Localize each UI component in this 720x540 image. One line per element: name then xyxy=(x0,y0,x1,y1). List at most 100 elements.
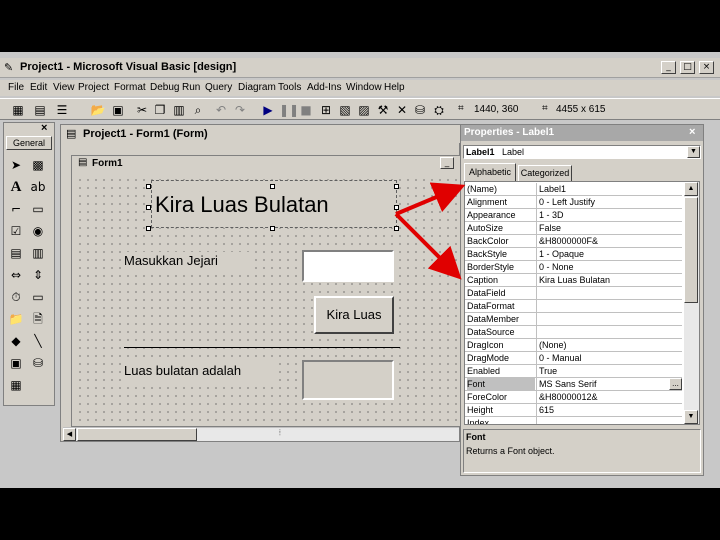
property-row[interactable]: Height 615 xyxy=(465,404,682,417)
pointer-tool-icon[interactable]: ➤ xyxy=(6,155,26,175)
vscroll-thumb[interactable] xyxy=(684,197,698,303)
resize-handle-tm[interactable] xyxy=(270,184,275,189)
break-icon[interactable]: ❚❚ xyxy=(279,102,299,118)
property-vscrollbar[interactable]: ▲ ▼ xyxy=(684,182,699,424)
kira-luas-button[interactable]: Kira Luas xyxy=(314,296,394,334)
property-row[interactable]: DataMember xyxy=(465,313,682,326)
listbox-tool-icon[interactable]: ▥ xyxy=(28,243,48,263)
property-value[interactable]: (None) xyxy=(539,339,679,351)
menu-project[interactable]: Project xyxy=(78,80,109,96)
property-value[interactable]: Label1 xyxy=(539,183,679,195)
redo-icon[interactable]: ↷ xyxy=(232,102,248,118)
resize-handle-ml[interactable] xyxy=(146,205,151,210)
property-row[interactable]: Caption Kira Luas Bulatan xyxy=(465,274,682,287)
property-row[interactable]: ForeColor &H80000012& xyxy=(465,391,682,404)
property-value[interactable]: 615 xyxy=(539,404,679,416)
resize-handle-bm[interactable] xyxy=(270,226,275,231)
shape-tool-icon[interactable]: ◆ xyxy=(6,331,26,351)
vscroll-up-arrow[interactable]: ▲ xyxy=(684,182,698,196)
data-tool-icon[interactable]: ⛁ xyxy=(28,353,48,373)
menu-query[interactable]: Query xyxy=(205,80,232,96)
toolbox-close-icon[interactable]: × xyxy=(41,122,47,134)
divider-line[interactable] xyxy=(124,347,400,348)
font-ellipsis-button[interactable]: ... xyxy=(669,378,682,390)
menu-window[interactable]: Window xyxy=(346,80,382,96)
property-value[interactable]: False xyxy=(539,222,679,234)
menu-format[interactable]: Format xyxy=(114,80,146,96)
property-value[interactable]: Kira Luas Bulatan xyxy=(539,274,679,286)
menu-editor-icon[interactable]: ☰ xyxy=(54,102,70,118)
commandbutton-tool-icon[interactable]: ▭ xyxy=(28,199,48,219)
project-explorer-icon[interactable]: ⊞ xyxy=(318,102,334,118)
toolbox-tab-general[interactable]: General xyxy=(6,136,52,150)
menu-view[interactable]: View xyxy=(53,80,75,96)
property-value[interactable]: 1 - Opaque xyxy=(539,248,679,260)
properties-window-icon[interactable]: ▧ xyxy=(337,102,353,118)
property-row[interactable]: DragIcon (None) xyxy=(465,339,682,352)
resize-handle-tr[interactable] xyxy=(394,184,399,189)
label-result[interactable]: Luas bulatan adalah xyxy=(124,362,274,382)
property-row[interactable]: Enabled True xyxy=(465,365,682,378)
ole-tool-icon[interactable]: ▦ xyxy=(6,375,26,395)
maximize-button[interactable]: □ xyxy=(680,61,695,74)
form-layout-icon[interactable]: ▨ xyxy=(356,102,372,118)
menu-tools[interactable]: Tools xyxy=(278,80,301,96)
property-row[interactable]: DataField xyxy=(465,287,682,300)
menu-edit[interactable]: Edit xyxy=(30,80,47,96)
end-icon[interactable]: ■ xyxy=(298,102,314,118)
cut-icon[interactable]: ✂ xyxy=(134,102,150,118)
drivelistbox-tool-icon[interactable]: ▭ xyxy=(28,287,48,307)
property-row[interactable]: DragMode 0 - Manual xyxy=(465,352,682,365)
object-dropdown-arrow[interactable]: ▼ xyxy=(687,146,700,158)
menu-addins[interactable]: Add-Ins xyxy=(307,80,341,96)
tab-categorized[interactable]: Categorized xyxy=(518,165,572,181)
properties-close-icon[interactable]: × xyxy=(689,126,695,138)
save-icon[interactable]: ▣ xyxy=(110,102,126,118)
menu-run[interactable]: Run xyxy=(182,80,200,96)
checkbox-tool-icon[interactable]: ☑ xyxy=(6,221,26,241)
form1-canvas[interactable]: Kira Luas Bulatan Masukkan Jejari Kira L… xyxy=(74,174,460,426)
property-row[interactable]: DataSource xyxy=(465,326,682,339)
data-view-icon[interactable]: ⛁ xyxy=(412,102,428,118)
timer-tool-icon[interactable]: ⏱ xyxy=(6,287,26,307)
resize-handle-tl[interactable] xyxy=(146,184,151,189)
result-display[interactable] xyxy=(302,360,394,400)
find-icon[interactable]: ⌕ xyxy=(190,102,206,118)
property-row[interactable]: Index xyxy=(465,417,682,424)
hscrollbar-tool-icon[interactable]: ⇔ xyxy=(6,265,26,285)
hscroll-thumb[interactable] xyxy=(77,428,197,441)
property-value[interactable]: &H80000012& xyxy=(539,391,679,403)
undo-icon[interactable]: ↶ xyxy=(213,102,229,118)
resize-handle-mr[interactable] xyxy=(394,205,399,210)
toolbox-icon[interactable]: ✕ xyxy=(394,102,410,118)
vscrollbar-tool-icon[interactable]: ⇕ xyxy=(28,265,48,285)
property-value[interactable]: True xyxy=(539,365,679,377)
property-value[interactable]: 0 - Manual xyxy=(539,352,679,364)
property-row[interactable]: BorderStyle 0 - None xyxy=(465,261,682,274)
filelistbox-tool-icon[interactable]: 🗎 xyxy=(28,309,48,329)
picturebox-tool-icon[interactable]: ▩ xyxy=(28,155,48,175)
property-row[interactable]: Font MS Sans Serif... xyxy=(465,378,682,391)
start-icon[interactable]: ▶ xyxy=(260,102,276,118)
object-browser-icon[interactable]: ⚒ xyxy=(375,102,391,118)
open-project-icon[interactable]: 📂 xyxy=(90,102,106,118)
copy-icon[interactable]: ❐ xyxy=(152,102,168,118)
vscroll-down-arrow[interactable]: ▼ xyxy=(684,410,698,424)
property-value[interactable]: MS Sans Serif xyxy=(539,378,679,390)
menu-diagram[interactable]: Diagram xyxy=(238,80,276,96)
line-tool-icon[interactable]: ╲ xyxy=(28,331,48,351)
property-row[interactable]: DataFormat xyxy=(465,300,682,313)
hscroll-left-arrow[interactable]: ◀ xyxy=(63,428,76,441)
property-value[interactable]: 1 - 3D xyxy=(539,209,679,221)
designer-hscrollbar[interactable]: ◀ ⦙ xyxy=(63,427,459,441)
property-row[interactable]: (Name) Label1 xyxy=(465,183,682,196)
property-value[interactable]: 0 - Left Justify xyxy=(539,196,679,208)
tab-alphabetic[interactable]: Alphabetic xyxy=(464,163,516,181)
visual-component-icon[interactable]: ⛭ xyxy=(431,102,447,118)
menu-file[interactable]: File xyxy=(8,80,24,96)
combobox-tool-icon[interactable]: ▤ xyxy=(6,243,26,263)
resize-handle-bl[interactable] xyxy=(146,226,151,231)
image-tool-icon[interactable]: ▣ xyxy=(6,353,26,373)
object-selector[interactable]: Label1 Label ▼ xyxy=(463,145,701,159)
label-tool-icon[interactable]: A xyxy=(6,177,26,197)
